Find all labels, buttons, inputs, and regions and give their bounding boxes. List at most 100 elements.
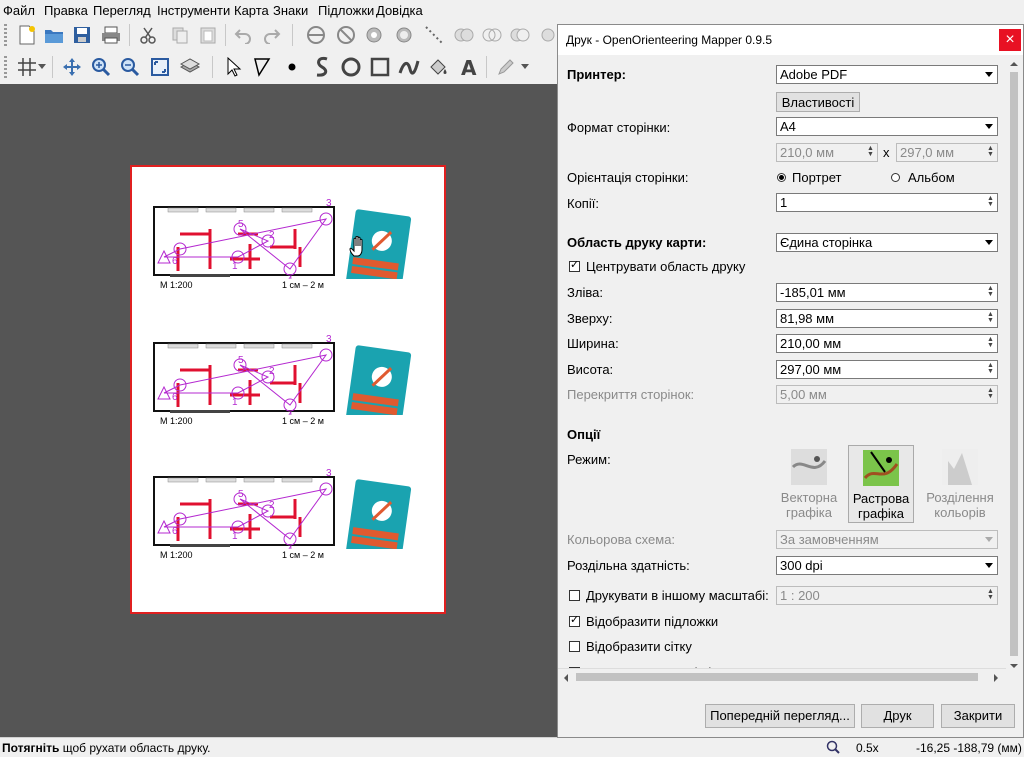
height-field[interactable]: 297,00 мм ▲ ▼: [776, 360, 998, 379]
status-bar: Потягніть щоб рухати область друку. 0.5x…: [0, 737, 1024, 757]
paste-icon[interactable]: [196, 23, 220, 47]
zoom-in-icon[interactable]: [89, 55, 113, 79]
scroll-down-icon[interactable]: [1006, 660, 1022, 672]
save-icon[interactable]: [70, 23, 94, 47]
color-separation-icon: [942, 449, 978, 485]
page-format-label: Формат сторінки:: [567, 120, 671, 135]
text-tool-icon[interactable]: A: [457, 55, 481, 79]
page-height-field[interactable]: 297,0 мм ▲ ▼: [896, 143, 998, 162]
zoom-level: 0.5x: [856, 741, 879, 755]
scroll-right-icon[interactable]: [990, 670, 1002, 686]
open-folder-icon[interactable]: [42, 23, 66, 47]
menu-map[interactable]: Карта: [234, 3, 269, 18]
dotted-line-icon[interactable]: [422, 23, 446, 47]
menu-tools[interactable]: Інструменти: [157, 3, 230, 18]
vector-mode-button[interactable]: Векторна графіка: [776, 445, 842, 523]
other-scale-checkbox[interactable]: [569, 590, 580, 601]
boolean-union-icon[interactable]: [452, 23, 476, 47]
cursor-coordinates: -16,25 -188,79 (мм): [916, 741, 1022, 755]
separation-mode-button[interactable]: Розділення кольорів: [922, 445, 998, 523]
svg-text:3: 3: [326, 198, 332, 209]
menu-file[interactable]: Файл: [3, 3, 35, 18]
toolbar-handle[interactable]: [4, 24, 7, 46]
print-icon[interactable]: [99, 23, 123, 47]
pan-icon[interactable]: [60, 55, 84, 79]
edit-tool-icon[interactable]: [222, 55, 246, 79]
resolution-select[interactable]: 300 dpi: [776, 556, 998, 575]
menu-edit[interactable]: Правка: [44, 3, 88, 18]
draw-rectangle-icon[interactable]: [368, 55, 392, 79]
chevron-down-icon: [985, 240, 993, 245]
page-width-field[interactable]: 210,0 мм ▲ ▼: [776, 143, 878, 162]
course-map: 5 2 1 6 4 3: [153, 468, 412, 562]
left-field[interactable]: -185,01 мм ▲ ▼: [776, 283, 998, 302]
boolean-intersection-icon[interactable]: [480, 23, 504, 47]
show-grid-checkbox[interactable]: [569, 641, 580, 652]
rotate-pattern-icon[interactable]: [362, 23, 386, 47]
draw-freehand-icon[interactable]: [397, 55, 421, 79]
draw-path-icon[interactable]: [310, 55, 334, 79]
pencil-icon[interactable]: [494, 55, 518, 79]
print-button[interactable]: Друк: [861, 704, 934, 728]
scroll-left-icon[interactable]: [560, 670, 572, 686]
copy-icon[interactable]: [168, 23, 192, 47]
close-icon[interactable]: ×: [999, 29, 1021, 51]
cut-icon[interactable]: [136, 23, 160, 47]
menu-view[interactable]: Перегляд: [93, 3, 151, 18]
color-scheme-select[interactable]: За замовченням: [776, 530, 998, 549]
print-area-page[interactable]: 5 2 1 6 4 3 М 1:200 1 см – 2 м 5 2 1 6: [130, 165, 446, 614]
course-map: 5 2 1 6 4 3: [153, 334, 412, 428]
width-field[interactable]: 210,00 мм ▲ ▼: [776, 334, 998, 353]
copies-field[interactable]: 1 ▲ ▼: [776, 193, 998, 212]
grid-dropdown-icon[interactable]: [37, 55, 47, 79]
cut-tool-icon[interactable]: [304, 23, 328, 47]
menu-bar: Файл Правка Перегляд Інструменти Карта З…: [0, 0, 1024, 20]
menu-symbols[interactable]: Знаки: [273, 3, 308, 18]
map-canvas[interactable]: 5 2 1 6 4 3 М 1:200 1 см – 2 м 5 2 1 6: [0, 84, 560, 737]
new-file-icon[interactable]: [15, 23, 39, 47]
zoom-icon[interactable]: [826, 740, 840, 757]
raster-mode-button[interactable]: Растрова графіка: [848, 445, 914, 523]
show-templates-checkbox[interactable]: [569, 613, 580, 627]
scrollbar-thumb[interactable]: [576, 673, 978, 681]
draw-circle-icon[interactable]: [339, 55, 363, 79]
printer-select[interactable]: Adobe PDF: [776, 65, 998, 84]
height-label: Висота:: [567, 362, 614, 377]
fill-tool-icon[interactable]: [426, 55, 450, 79]
overlap-field[interactable]: 5,00 мм ▲ ▼: [776, 385, 998, 404]
undo-icon[interactable]: [231, 23, 255, 47]
other-scale-field[interactable]: 1 : 200 ▲ ▼: [776, 586, 998, 605]
zoom-out-icon[interactable]: [118, 55, 142, 79]
edit-line-tool-icon[interactable]: [250, 55, 274, 79]
templates-icon[interactable]: [178, 55, 202, 79]
center-area-checkbox[interactable]: [569, 258, 580, 272]
cut-hole-icon[interactable]: [334, 23, 358, 47]
portrait-radio[interactable]: [777, 173, 786, 182]
point-tool-icon[interactable]: [280, 55, 304, 79]
properties-button[interactable]: Властивості: [776, 92, 860, 112]
boolean-difference-icon[interactable]: [508, 23, 532, 47]
print-area-select[interactable]: Єдина сторінка: [776, 233, 998, 252]
scale-pattern-icon[interactable]: [392, 23, 416, 47]
grid-icon[interactable]: [15, 55, 39, 79]
svg-text:5: 5: [238, 355, 244, 366]
scrollbar-thumb[interactable]: [1010, 72, 1018, 656]
top-field[interactable]: 81,98 мм ▲ ▼: [776, 309, 998, 328]
dialog-title: Друк - OpenOrienteering Mapper 0.9.5: [566, 33, 773, 47]
scroll-up-icon[interactable]: [1006, 58, 1022, 70]
page-format-select[interactable]: A4: [776, 117, 998, 136]
preview-button[interactable]: Попередній перегляд...: [705, 704, 855, 728]
overlap-label: Перекриття сторінок:: [567, 387, 695, 402]
redo-icon[interactable]: [260, 23, 284, 47]
close-button[interactable]: Закрити: [941, 704, 1015, 728]
menu-help[interactable]: Довідка: [376, 3, 423, 18]
svg-text:4: 4: [287, 545, 293, 549]
horizontal-scrollbar[interactable]: [558, 668, 1006, 686]
toolbar-handle[interactable]: [4, 56, 7, 78]
pencil-dropdown-icon[interactable]: [520, 55, 530, 79]
fullscreen-icon[interactable]: [148, 55, 172, 79]
landscape-radio[interactable]: [891, 173, 900, 182]
map-copy-2: 5 2 1 6 4 3 М 1:200 1 см – 2 м: [150, 325, 430, 428]
menu-templates[interactable]: Підложки: [318, 3, 374, 18]
vertical-scrollbar[interactable]: [1006, 56, 1022, 676]
